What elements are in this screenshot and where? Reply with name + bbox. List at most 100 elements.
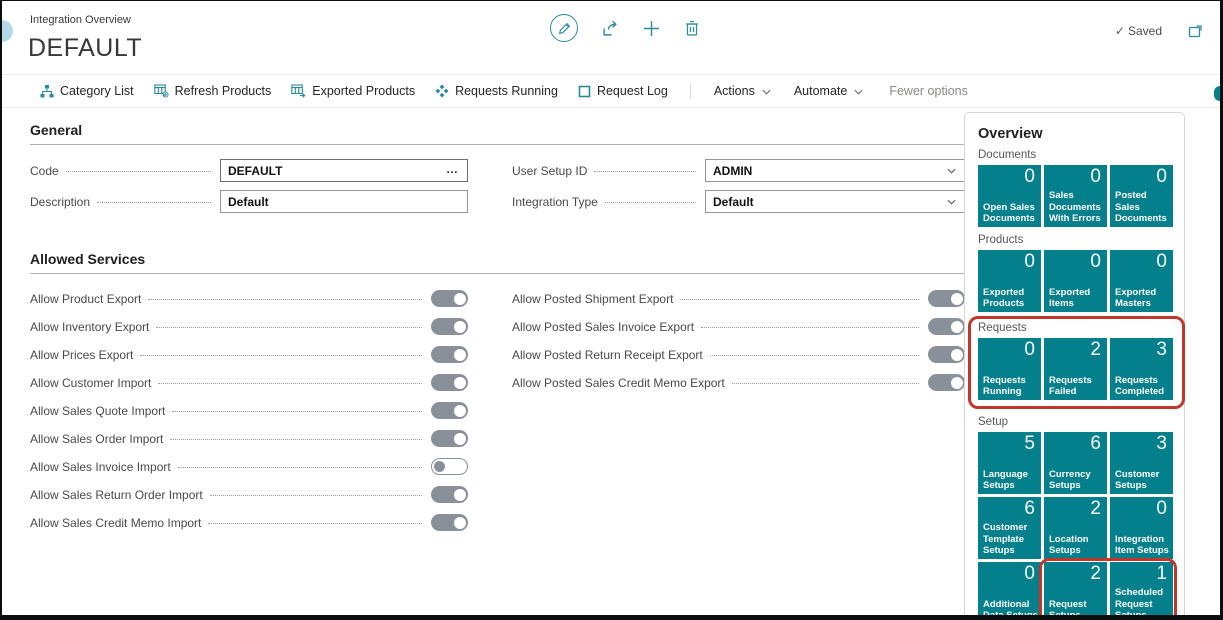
toggle-allow-sales-return-order-import[interactable] xyxy=(431,486,468,503)
toggle-allow-posted-shipment-export[interactable] xyxy=(928,290,965,307)
description-label: Description xyxy=(30,195,97,209)
tile-requests-completed[interactable]: 3Requests Completed xyxy=(1110,338,1173,400)
overview-group-documents: Documents0Open Sales Documents0Sales Doc… xyxy=(978,149,1178,227)
edit-pencil-icon[interactable] xyxy=(550,14,578,42)
tile-language-setups[interactable]: 5Language Setups xyxy=(978,432,1041,494)
code-lookup-ellipsis[interactable]: … xyxy=(446,163,460,179)
tile-label: Scheduled Request Setups xyxy=(1115,587,1171,620)
tile-request-setups[interactable]: 2Request Setups xyxy=(1044,562,1107,620)
tile-currency-setups[interactable]: 6Currency Setups xyxy=(1044,432,1107,494)
overview-groups: Documents0Open Sales Documents0Sales Doc… xyxy=(978,149,1178,620)
overview-group-setup: Setup5Language Setups6Currency Setups3Cu… xyxy=(978,416,1178,620)
fewer-options-button[interactable]: Fewer options xyxy=(879,80,978,102)
action-refresh-products[interactable]: Refresh Products xyxy=(144,80,282,102)
toggle-allow-posted-sales-invoice-export[interactable] xyxy=(928,318,965,335)
toggle-allow-product-export[interactable] xyxy=(431,290,468,307)
tile-customer-setups[interactable]: 3 Customer Setups xyxy=(1110,432,1173,494)
action-requests-running[interactable]: Requests Running xyxy=(425,80,568,102)
popout-icon[interactable] xyxy=(1188,23,1204,39)
tile-value: 3 xyxy=(1156,339,1167,361)
action-exported-products[interactable]: Exported Products xyxy=(281,80,425,102)
action-label: Category List xyxy=(60,84,134,98)
toggle-allow-customer-import[interactable] xyxy=(431,374,468,391)
service-row-allow-sales-credit-memo-import: Allow Sales Credit Memo Import xyxy=(30,514,468,531)
description-field[interactable]: Default xyxy=(220,190,468,213)
user-setup-id-label: User Setup ID xyxy=(512,164,594,178)
tile-requests-running[interactable]: 0Requests Running xyxy=(978,338,1041,400)
tile-exported-products[interactable]: 0 Exported Products xyxy=(978,250,1041,312)
code-field-row: Code DEFAULT … xyxy=(30,159,468,182)
tile-label: Customer Setups xyxy=(1115,469,1171,491)
toggle-allow-inventory-export[interactable] xyxy=(431,318,468,335)
tile-label: Language Setups xyxy=(983,469,1039,491)
page-header: Integration Overview DEFAULT ✓ Saved xyxy=(2,1,1220,75)
saved-label: Saved xyxy=(1128,24,1162,38)
service-row-allow-posted-return-receipt-export: Allow Posted Return Receipt Export xyxy=(512,346,965,363)
toggle-allow-sales-order-import[interactable] xyxy=(431,430,468,447)
tile-customer-template-setups[interactable]: 6Customer Template Setups xyxy=(978,497,1041,559)
tile-label: Location Setups xyxy=(1049,534,1105,556)
tile-requests-failed[interactable]: 2Requests Failed xyxy=(1044,338,1107,400)
chevron-down-icon xyxy=(853,86,864,97)
breadcrumb[interactable]: Integration Overview xyxy=(30,14,131,26)
service-row-allow-posted-sales-invoice-export: Allow Posted Sales Invoice Export xyxy=(512,318,965,335)
service-row-allow-inventory-export: Allow Inventory Export xyxy=(30,318,468,335)
tile-grid: 0 Exported Products0Exported Items0Export… xyxy=(978,250,1173,312)
tile-label: Request Setups xyxy=(1049,599,1105,620)
tile-open-sales-documents[interactable]: 0Open Sales Documents xyxy=(978,165,1041,227)
tile-label: Exported Products xyxy=(983,287,1039,309)
toggle-allow-sales-invoice-import[interactable] xyxy=(431,458,468,475)
tile-exported-items[interactable]: 0Exported Items xyxy=(1044,250,1107,312)
general-section-heading[interactable]: General xyxy=(30,122,977,145)
tile-label: Exported Masters xyxy=(1115,287,1171,309)
save-status: ✓ Saved xyxy=(1115,24,1162,38)
tile-value: 0 xyxy=(1024,339,1035,361)
exported-products-icon xyxy=(291,84,306,98)
integration-type-select[interactable]: Default xyxy=(705,190,965,213)
action-label: Request Log xyxy=(597,84,668,98)
tile-exported-masters[interactable]: 0Exported Masters xyxy=(1110,250,1173,312)
code-field[interactable]: DEFAULT … xyxy=(220,159,468,182)
tile-value: 3 xyxy=(1156,433,1167,455)
group-label: Requests xyxy=(978,322,1178,334)
user-setup-id-select[interactable]: ADMIN xyxy=(705,159,965,182)
delete-icon[interactable] xyxy=(684,20,700,36)
service-row-allow-sales-invoice-import: Allow Sales Invoice Import xyxy=(30,458,468,475)
toggle-allow-posted-return-receipt-export[interactable] xyxy=(928,346,965,363)
tile-label: Sales Documents With Errors xyxy=(1049,190,1105,224)
refresh-products-icon xyxy=(154,84,169,98)
tile-location-setups[interactable]: 2Location Setups xyxy=(1044,497,1107,559)
tile-integration-item-setups[interactable]: 0Integration Item Setups xyxy=(1110,497,1173,559)
menu-actions[interactable]: Actions xyxy=(703,80,783,102)
tile-sales-documents-with-errors[interactable]: 0Sales Documents With Errors xyxy=(1044,165,1107,227)
toggle-allow-sales-credit-memo-import[interactable] xyxy=(431,514,468,531)
tile-label: Customer Template Setups xyxy=(983,522,1039,556)
tile-posted-sales-documents[interactable]: 0Posted Sales Documents xyxy=(1110,165,1173,227)
integration-type-label: Integration Type xyxy=(512,195,605,209)
description-field-row: Description Default xyxy=(30,190,468,213)
share-icon[interactable] xyxy=(602,20,619,37)
menu-automate[interactable]: Automate xyxy=(783,80,876,102)
action-category-list[interactable]: Category List xyxy=(30,80,144,102)
service-row-allow-sales-quote-import: Allow Sales Quote Import xyxy=(30,402,468,419)
add-new-icon[interactable] xyxy=(643,20,660,37)
service-label: Allow Sales Return Order Import xyxy=(30,488,210,502)
tile-label: Currency Setups xyxy=(1049,469,1105,491)
action-bar: Category List Refresh ProductsExported Pr… xyxy=(2,75,1220,108)
tile-grid: 0Open Sales Documents0Sales Documents Wi… xyxy=(978,165,1173,227)
toggle-allow-sales-quote-import[interactable] xyxy=(431,402,468,419)
page-title: DEFAULT xyxy=(28,34,142,63)
tile-value: 0 xyxy=(1156,498,1167,520)
tile-value: 0 xyxy=(1024,251,1035,273)
page-content: General Code DEFAULT … Description Defau… xyxy=(2,108,1220,614)
toggle-allow-posted-sales-credit-memo-export[interactable] xyxy=(928,374,965,391)
service-label: Allow Posted Return Receipt Export xyxy=(512,348,710,362)
code-label: Code xyxy=(30,164,66,178)
toggle-allow-prices-export[interactable] xyxy=(431,346,468,363)
service-label: Allow Prices Export xyxy=(30,348,140,362)
menu-label: Automate xyxy=(794,84,848,98)
action-request-log[interactable]: Request Log xyxy=(568,80,678,102)
tile-scheduled-request-setups[interactable]: 1Scheduled Request Setups xyxy=(1110,562,1173,620)
allowed-services-section-heading[interactable]: Allowed Services xyxy=(30,251,977,274)
tile-additional-data-setups[interactable]: 0Additional Data Setups xyxy=(978,562,1041,620)
